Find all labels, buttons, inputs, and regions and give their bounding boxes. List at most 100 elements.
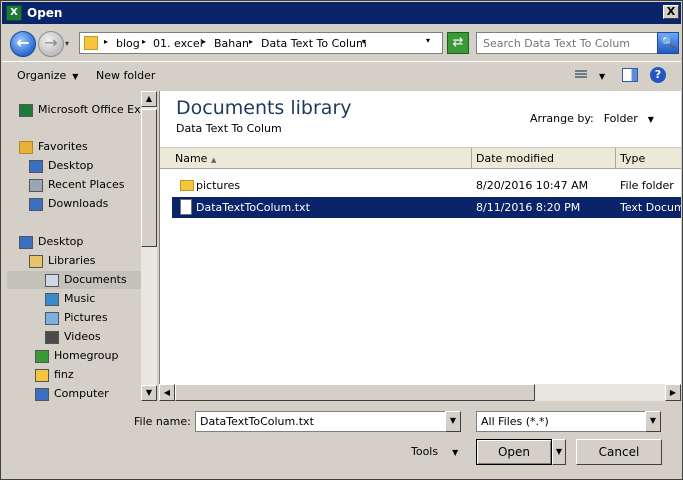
computer-icon xyxy=(35,387,49,401)
library-subtitle: Data Text To Colum xyxy=(176,122,282,135)
file-name: DataTextToColum.txt xyxy=(196,201,310,214)
file-row-pictures[interactable]: pictures 8/20/2016 10:47 AM File folder xyxy=(172,175,681,196)
breadcrumb-separator[interactable]: ▸ xyxy=(104,37,108,46)
cancel-button[interactable]: Cancel xyxy=(576,439,662,465)
nav-item-label: Favorites xyxy=(38,140,88,153)
file-type-filter[interactable]: All Files (*.*) xyxy=(476,411,646,432)
dialog-footer: File name: DataTextToColum.txt ▼ All Fil… xyxy=(2,403,681,479)
nav-item-videos[interactable]: Videos xyxy=(45,328,101,346)
user-folder-icon xyxy=(35,368,49,382)
text-file-icon xyxy=(180,199,192,215)
nav-item-label: Music xyxy=(64,292,96,305)
help-icon[interactable]: ? xyxy=(650,67,666,83)
excel-app-icon: X xyxy=(6,5,22,21)
open-options-dropdown[interactable]: ▼ xyxy=(552,439,566,465)
file-list-horizontal-scrollbar[interactable]: ◀ ▶ xyxy=(159,384,681,401)
preview-pane-icon[interactable] xyxy=(622,68,638,82)
file-type: Text Docume xyxy=(620,201,681,214)
file-row-datatexttocolum[interactable]: DataTextToColum.txt 8/11/2016 8:20 PM Te… xyxy=(172,197,681,218)
scroll-thumb[interactable] xyxy=(141,109,157,247)
arrange-by-label: Arrange by: xyxy=(530,112,594,125)
breadcrumb-bahan[interactable]: Bahan xyxy=(214,37,249,50)
refresh-button[interactable]: ⇄ xyxy=(447,32,469,54)
address-dropdown-button[interactable]: ▾ xyxy=(426,36,430,45)
nav-item-desktop[interactable]: Desktop xyxy=(29,157,93,175)
back-button[interactable]: ← xyxy=(10,31,36,57)
scroll-left-button[interactable]: ◀ xyxy=(159,384,175,401)
scroll-thumb[interactable] xyxy=(175,384,535,401)
close-button[interactable]: X xyxy=(663,5,679,19)
breadcrumb-separator[interactable]: ▸ xyxy=(202,37,206,46)
file-list-pane: Documents library Data Text To Colum Arr… xyxy=(159,91,681,401)
nav-item-finz[interactable]: finz xyxy=(35,366,74,384)
nav-item-computer[interactable]: Computer xyxy=(35,385,109,401)
star-icon xyxy=(19,140,33,154)
column-header-type[interactable]: Type xyxy=(620,152,645,165)
search-input[interactable] xyxy=(476,32,658,54)
breadcrumb-separator[interactable]: ▸ xyxy=(249,37,253,46)
nav-item-label: Computer xyxy=(54,387,109,400)
file-date: 8/11/2016 8:20 PM xyxy=(476,201,581,214)
recent-locations-dropdown[interactable]: ▾ xyxy=(65,39,69,48)
new-folder-button[interactable]: New folder xyxy=(96,69,155,82)
nav-item-pictures[interactable]: Pictures xyxy=(45,309,108,327)
file-name: pictures xyxy=(196,179,241,192)
nav-item-label: Desktop xyxy=(48,159,94,172)
arrange-by-control[interactable]: Arrange by: Folder ▼ xyxy=(530,112,654,125)
nav-item-label: Homegroup xyxy=(54,349,119,362)
file-name-dropdown-button[interactable]: ▼ xyxy=(445,411,461,432)
column-divider[interactable] xyxy=(615,148,616,169)
library-title: Documents library xyxy=(176,97,352,119)
breadcrumb-separator[interactable]: ▾ xyxy=(362,37,366,46)
view-options-dropdown[interactable]: ▼ xyxy=(599,72,605,81)
nav-item-microsoft-office-excel[interactable]: Microsoft Office Exc xyxy=(19,101,141,119)
nav-item-libraries[interactable]: Libraries xyxy=(29,252,96,270)
open-button[interactable]: Open xyxy=(476,439,552,465)
organize-menu[interactable]: Organize ▼ xyxy=(17,69,78,82)
sort-ascending-icon: ▲ xyxy=(210,156,217,164)
column-header-name[interactable]: Name ▲ xyxy=(175,152,216,165)
breadcrumb-blog[interactable]: blog xyxy=(116,37,140,50)
forward-button[interactable]: → xyxy=(38,31,64,57)
nav-item-label: Libraries xyxy=(48,254,96,267)
recent-places-icon xyxy=(29,178,43,192)
scroll-right-button[interactable]: ▶ xyxy=(665,384,681,401)
file-type-dropdown-button[interactable]: ▼ xyxy=(645,411,661,432)
breadcrumb-separator[interactable]: ▸ xyxy=(142,37,146,46)
homegroup-icon xyxy=(35,349,49,363)
folder-icon xyxy=(180,180,194,191)
breadcrumb-data-text-to-colum[interactable]: Data Text To Colum xyxy=(261,37,367,50)
nav-item-label: Desktop xyxy=(38,235,84,248)
arrange-by-value[interactable]: Folder xyxy=(604,112,638,125)
scroll-up-button[interactable]: ▲ xyxy=(141,91,157,107)
column-header-date-modified[interactable]: Date modified xyxy=(476,152,554,165)
chevron-down-icon[interactable]: ▼ xyxy=(648,115,654,124)
nav-item-recent-places[interactable]: Recent Places xyxy=(29,176,125,194)
nav-item-label: Recent Places xyxy=(48,178,125,191)
desktop-icon xyxy=(29,159,43,173)
address-bar[interactable]: ▸ blog ▸ 01. excel ▸ Bahan ▸ Data Text T… xyxy=(79,32,443,54)
window-title: Open xyxy=(27,6,63,20)
nav-item-downloads[interactable]: Downloads xyxy=(29,195,108,213)
nav-item-homegroup[interactable]: Homegroup xyxy=(35,347,118,365)
view-options-icon[interactable] xyxy=(571,69,587,82)
file-name-label: File name: xyxy=(134,415,191,428)
nav-item-desktop-root[interactable]: Desktop xyxy=(19,233,83,251)
navigation-pane-scrollbar[interactable]: ▲ ▼ xyxy=(141,91,157,401)
nav-item-favorites[interactable]: Favorites xyxy=(19,138,88,156)
column-divider[interactable] xyxy=(471,148,472,169)
tools-menu[interactable]: Tools ▼ xyxy=(411,445,458,458)
scroll-down-button[interactable]: ▼ xyxy=(141,385,157,401)
command-toolbar: Organize ▼ New folder ▼ ? xyxy=(2,61,681,89)
file-date: 8/20/2016 10:47 AM xyxy=(476,179,589,192)
chevron-down-icon: ▼ xyxy=(72,72,79,81)
nav-item-documents[interactable]: Documents xyxy=(7,271,141,289)
nav-item-music[interactable]: Music xyxy=(45,290,95,308)
search-icon[interactable]: 🔍 xyxy=(657,32,679,54)
file-name-input[interactable]: DataTextToColum.txt xyxy=(195,411,446,432)
folder-icon xyxy=(84,36,98,50)
breadcrumb-excel[interactable]: 01. excel xyxy=(153,37,203,50)
tools-label: Tools xyxy=(411,445,439,458)
column-header-row: Name ▲ Date modified Type xyxy=(160,147,681,169)
excel-icon xyxy=(19,103,33,117)
